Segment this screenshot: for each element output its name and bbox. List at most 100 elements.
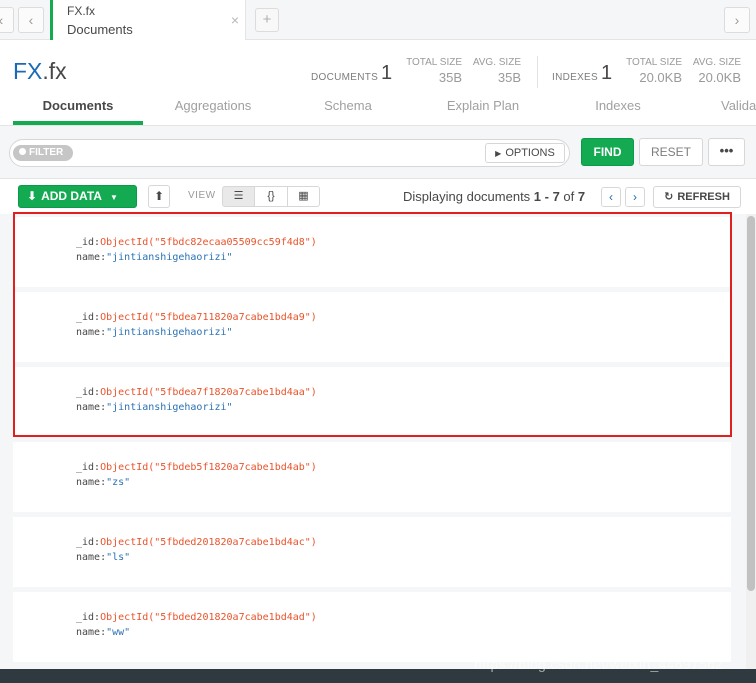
avg-size-value: 35B	[497, 70, 521, 85]
refresh-label: REFRESH	[677, 191, 730, 203]
avg-size-label: AVG. SIZE	[472, 57, 521, 68]
prev-page-button[interactable]: ‹	[601, 187, 621, 207]
document-list: _id:ObjectId("5fbdc82ecaa05509cc59f4d8")…	[0, 214, 756, 669]
table-view-button[interactable]: ▦	[287, 186, 320, 207]
next-page-button[interactable]: ›	[625, 187, 645, 207]
display-range: 1 - 7	[533, 189, 560, 204]
name-key: name:	[76, 402, 107, 413]
namespace-title: FX.fx	[13, 58, 67, 85]
name-value: "zs"	[106, 477, 131, 488]
display-total: 7	[577, 189, 586, 204]
active-tab-indicator	[13, 121, 143, 125]
id-key: _id:	[76, 462, 101, 473]
tab-fx-documents[interactable]: FX.fx Documents ×	[50, 0, 246, 40]
id-key: _id:	[76, 237, 101, 248]
chevron-right-icon: ›	[633, 190, 637, 204]
id-value: ObjectId("5fbdea7f1820a7cabe1bd4aa")	[100, 387, 317, 398]
tab-explain-plan[interactable]: Explain Plan	[418, 98, 548, 113]
options-label: OPTIONS	[505, 147, 555, 159]
upload-icon: ⬆	[153, 189, 165, 203]
id-value: ObjectId("5fbdc82ecaa05509cc59f4d8")	[100, 237, 317, 248]
field-name: name:"ww"	[76, 627, 130, 638]
name-key: name:	[76, 327, 107, 338]
name-value: "ls"	[106, 552, 131, 563]
forward-tab-button[interactable]: ›	[724, 7, 750, 33]
chevron-right-icon: ›	[734, 12, 740, 28]
watermark: https://blog.csdn.net/weixin_44697562	[474, 656, 724, 672]
field-id: _id:ObjectId("5fbded201820a7cabe1bd4ad")	[76, 612, 317, 623]
tab-subtitle: Documents	[67, 22, 133, 37]
reset-button[interactable]: RESET	[639, 138, 703, 166]
refresh-icon: ↻	[664, 191, 674, 203]
collection-name: .fx	[42, 58, 67, 84]
name-key: name:	[76, 477, 107, 488]
scrollbar-thumb[interactable]	[747, 216, 755, 591]
field-id: _id:ObjectId("5fbdeb5f1820a7cabe1bd4ab")	[76, 462, 317, 473]
field-id: _id:ObjectId("5fbdea711820a7cabe1bd4a9")	[76, 312, 317, 323]
view-label: VIEW	[188, 190, 216, 201]
tab-indexes[interactable]: Indexes	[553, 98, 683, 113]
table-icon: ▦	[298, 190, 309, 202]
caret-right-icon: ▶	[495, 149, 502, 158]
index-avg-size-value: 20.0KB	[698, 70, 741, 85]
name-key: name:	[76, 627, 107, 638]
field-name: name:"jintianshigehaorizi"	[76, 327, 233, 338]
total-size-value: 35B	[438, 70, 462, 85]
document-card[interactable]: _id:ObjectId("5fbdea711820a7cabe1bd4a9")…	[13, 292, 731, 362]
export-button[interactable]: ⬆	[148, 185, 170, 208]
field-name: name:"jintianshigehaorizi"	[76, 402, 233, 413]
download-icon: ⬇	[27, 189, 38, 203]
document-card[interactable]: _id:ObjectId("5fbdeb5f1820a7cabe1bd4ab")…	[13, 442, 731, 512]
json-view-button[interactable]: {}	[254, 186, 288, 207]
list-icon: ☰	[233, 190, 244, 202]
id-key: _id:	[76, 312, 101, 323]
options-button[interactable]: ▶ OPTIONS	[485, 143, 565, 163]
documents-count: 1	[381, 62, 393, 84]
tab-aggregations[interactable]: Aggregations	[148, 98, 278, 113]
database-name[interactable]: FX	[13, 58, 42, 84]
tab-validation[interactable]: Valida	[688, 98, 756, 113]
chevron-left-icon: ‹	[28, 12, 34, 28]
tab-title: FX.fx	[67, 4, 96, 18]
field-id: _id:ObjectId("5fbdea7f1820a7cabe1bd4aa")	[76, 387, 317, 398]
document-card[interactable]: _id:ObjectId("5fbded201820a7cabe1bd4ad")…	[13, 592, 731, 662]
back-button[interactable]: ‹	[0, 7, 14, 33]
list-view-button[interactable]: ☰	[222, 186, 255, 207]
field-id: _id:ObjectId("5fbded201820a7cabe1bd4ac")	[76, 537, 317, 548]
indexes-count: 1	[601, 62, 613, 84]
new-tab-button[interactable]: +	[255, 8, 279, 32]
chevron-left-icon: ‹	[0, 12, 3, 28]
more-options-button[interactable]: •••	[708, 138, 745, 166]
document-card[interactable]: _id:ObjectId("5fbded201820a7cabe1bd4ac")…	[13, 517, 731, 587]
refresh-button[interactable]: ↻ REFRESH	[653, 186, 741, 208]
back-tab-button[interactable]: ‹	[18, 7, 44, 33]
add-data-button[interactable]: ⬇ ADD DATA ▼	[18, 185, 137, 208]
document-card[interactable]: _id:ObjectId("5fbdea7f1820a7cabe1bd4aa")…	[13, 367, 731, 437]
id-value: ObjectId("5fbded201820a7cabe1bd4ac")	[100, 537, 317, 548]
close-icon[interactable]: ×	[231, 12, 239, 28]
info-icon	[19, 148, 26, 155]
braces-icon: {}	[267, 190, 275, 202]
chevron-left-icon: ‹	[609, 190, 613, 204]
name-value: "ww"	[106, 627, 131, 638]
display-prefix: Displaying documents	[403, 189, 534, 204]
id-key: _id:	[76, 387, 101, 398]
document-card[interactable]: _id:ObjectId("5fbdc82ecaa05509cc59f4d8")…	[13, 217, 731, 287]
display-of: of	[559, 189, 578, 204]
pagination-summary: Displaying documents 1 - 7 of 7	[403, 189, 585, 204]
documents-label: DOCUMENTS	[311, 72, 379, 83]
name-value: "jintianshigehaorizi"	[106, 327, 233, 338]
field-id: _id:ObjectId("5fbdc82ecaa05509cc59f4d8")	[76, 237, 317, 248]
find-button[interactable]: FIND	[581, 138, 634, 166]
filter-label: FILTER	[29, 147, 64, 158]
plus-icon: +	[262, 11, 272, 28]
name-key: name:	[76, 252, 107, 263]
field-name: name:"zs"	[76, 477, 130, 488]
tab-schema[interactable]: Schema	[283, 98, 413, 113]
total-size-label: TOTAL SIZE	[406, 57, 462, 68]
tab-documents[interactable]: Documents	[13, 98, 143, 113]
id-key: _id:	[76, 612, 101, 623]
name-value: "jintianshigehaorizi"	[106, 402, 233, 413]
add-data-label: ADD DATA	[41, 189, 102, 203]
name-key: name:	[76, 552, 107, 563]
